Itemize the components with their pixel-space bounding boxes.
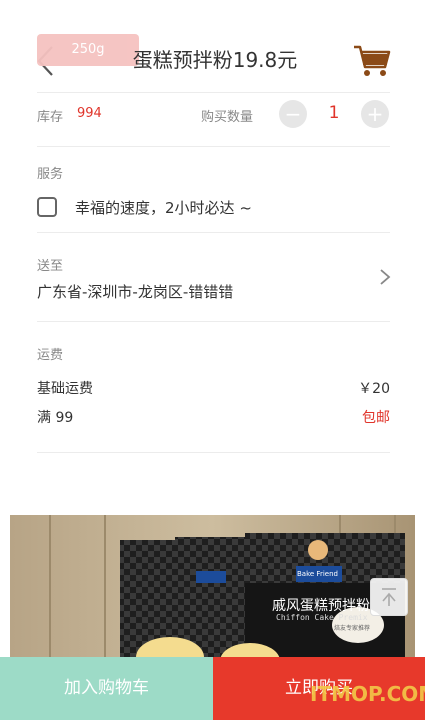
freight-value: ￥20 [358, 381, 390, 397]
chevron-right-icon[interactable] [378, 268, 392, 286]
arrow-up-to-top-icon [382, 588, 396, 606]
stock-value: 994 [77, 106, 102, 121]
service-option-label: 幸福的速度，2小时必达 ~ [75, 199, 252, 217]
freight-row-basic: 基础运费 ￥20 [37, 378, 390, 398]
divider [37, 146, 390, 147]
scroll-to-top-button[interactable] [370, 578, 408, 616]
freight-row-free: 满 99 包邮 [37, 407, 390, 427]
add-to-cart-button[interactable]: 加入购物车 [0, 657, 213, 720]
quantity-value: 1 [328, 103, 340, 123]
freight-name: 基础运费 [37, 381, 93, 397]
service-label: 服务 [37, 167, 64, 182]
delivery-label: 送至 [37, 259, 64, 274]
watermark: ITMOP.COM [310, 682, 425, 706]
photo-product-en: Chiffon Cake Premix [276, 613, 368, 622]
shopping-cart-icon[interactable] [352, 43, 392, 79]
service-checkbox[interactable] [37, 197, 57, 217]
divider [37, 232, 390, 233]
divider [37, 452, 390, 453]
delivery-address[interactable]: 广东省-深圳市-龙岗区-错错错 [37, 281, 233, 302]
freight-label: 运费 [37, 348, 64, 363]
product-photo: Bake Friend 戚风蛋糕预拌粉 Chiffon Cake Premix … [10, 515, 415, 657]
quantity-decrease-button[interactable]: − [279, 100, 307, 128]
stock-label: 库存 [37, 110, 64, 125]
divider [37, 92, 390, 93]
quantity-increase-button[interactable]: + [361, 100, 389, 128]
quantity-label: 购买数量 [201, 110, 254, 125]
divider [37, 321, 390, 322]
photo-badge: 焙友专家推荐 [334, 625, 371, 632]
freight-value: 包邮 [362, 410, 390, 426]
header: 250g 蛋糕预拌粉19.8元 [0, 0, 425, 92]
page-title: 蛋糕预拌粉19.8元 [132, 48, 298, 72]
photo-product-cn: 戚风蛋糕预拌粉 [272, 598, 370, 614]
freight-name: 满 99 [37, 410, 74, 426]
product-photo-illustration [10, 515, 415, 657]
photo-brand: Bake Friend [297, 570, 338, 578]
